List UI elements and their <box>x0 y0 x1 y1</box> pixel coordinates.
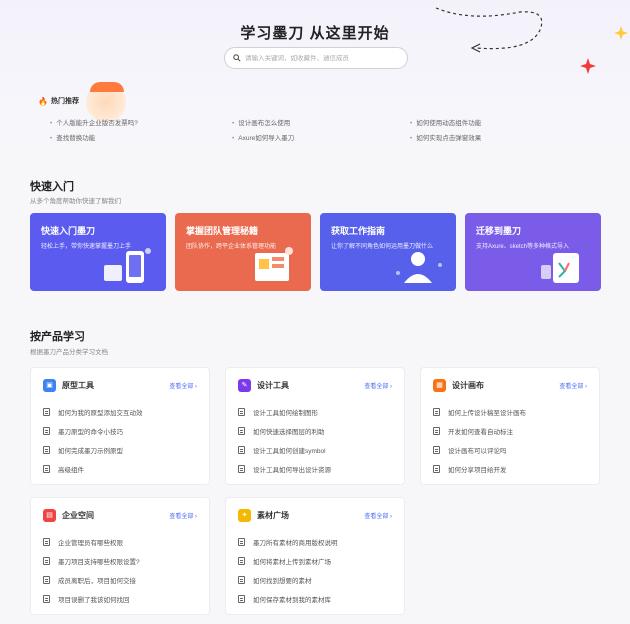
decorative-blob <box>90 82 124 92</box>
document-icon <box>433 407 440 416</box>
quick-card[interactable]: 迁移到墨刀 支持Axure、sketch等多种格式导入 <box>465 213 601 291</box>
quick-card-title: 迁移到墨刀 <box>476 226 522 236</box>
product-card-design-canvas: ▦ 设计画布 查看全部 › 如何上传设计稿至设计画布 开发如何查看自动标注 设计… <box>420 367 600 485</box>
document-icon <box>238 407 245 416</box>
product-card-assets: ✦ 素材广场 查看全部 › 墨刀所有素材的商用版权说明 如何将素材上传到素材广场… <box>225 497 405 615</box>
list-item[interactable]: 如何为我的原型添加交互动效 <box>43 402 197 421</box>
document-icon <box>238 464 245 473</box>
guide-person-illustration <box>396 252 442 283</box>
document-icon <box>433 445 440 454</box>
quick-start-subtitle: 从多个角度帮助你快速了解我们 <box>30 198 121 205</box>
list-item[interactable]: 墨刀所有素材的商用版权说明 <box>238 532 392 551</box>
list-item[interactable]: 如何保存素材到我的素材库 <box>238 589 392 608</box>
view-all-link[interactable]: 查看全部 › <box>169 381 197 390</box>
list-item[interactable]: 项目误删了我该如何找回 <box>43 589 197 608</box>
list-item[interactable]: 如何上传设计稿至设计画布 <box>433 402 587 421</box>
phone-illustration <box>104 248 151 283</box>
list-item[interactable]: 开发如何查看自动标注 <box>433 421 587 440</box>
hot-recommend-header: 🔥 热门推荐 <box>38 96 79 106</box>
search-input[interactable] <box>245 54 395 62</box>
quick-start-title: 快速入门 <box>30 181 74 193</box>
list-item[interactable]: 如何完成墨刀示例原型 <box>43 440 197 459</box>
list-item[interactable]: 设计画布可以评论吗 <box>433 440 587 459</box>
product-card-enterprise: ▤ 企业空间 查看全部 › 企业管理员有哪些权限 墨刀项目支持哪些权限设置? 成… <box>30 497 210 615</box>
document-icon <box>43 464 50 473</box>
hot-recommend-label: 热门推荐 <box>50 98 79 105</box>
document-icon <box>433 426 440 435</box>
document-icon <box>238 556 245 565</box>
product-card-title: 素材广场 <box>257 510 289 520</box>
product-card-title: 设计画布 <box>452 380 484 390</box>
page-title: 学习墨刀 从这里开始 <box>240 25 390 42</box>
view-all-link[interactable]: 查看全部 › <box>364 511 392 520</box>
view-all-link[interactable]: 查看全部 › <box>169 511 197 520</box>
quick-card-title: 获取工作指南 <box>331 226 386 236</box>
list-item[interactable]: 如何找到想要的素材 <box>238 570 392 589</box>
product-card-design-tool: ✎ 设计工具 查看全部 › 设计工具如何绘制图形 如何快速选择图层的利助 设计工… <box>225 367 405 485</box>
document-icon <box>43 407 50 416</box>
document-icon <box>238 537 245 546</box>
hot-link[interactable]: 如何实现点击弹窗效果 <box>410 132 481 142</box>
list-item[interactable]: 设计工具如何绘制图形 <box>238 402 392 421</box>
search-bar[interactable] <box>224 47 408 69</box>
import-file-illustration <box>541 253 579 283</box>
enterprise-icon: ▤ <box>43 508 56 522</box>
document-icon <box>238 426 245 435</box>
list-item[interactable]: 如何将素材上传到素材广场 <box>238 551 392 570</box>
team-illustration <box>255 247 293 281</box>
document-icon <box>238 445 245 454</box>
list-item[interactable]: 设计工具如何创建symbol <box>238 440 392 459</box>
product-card-prototype: ▣ 原型工具 查看全部 › 如何为我的原型添加交互动效 墨刀原型的命令小技巧 如… <box>30 367 210 485</box>
list-item[interactable]: 如何快速选择图层的利助 <box>238 421 392 440</box>
list-item[interactable]: 墨刀原型的命令小技巧 <box>43 421 197 440</box>
product-card-title: 设计工具 <box>257 380 289 390</box>
document-icon <box>433 464 440 473</box>
hot-link[interactable]: 个人版能升企业版否发票吗? <box>50 117 138 127</box>
product-learning-title: 按产品学习 <box>30 331 85 343</box>
pen-icon: ✎ <box>238 378 251 392</box>
view-all-link[interactable]: 查看全部 › <box>559 381 587 390</box>
fire-icon: 🔥 <box>38 96 48 106</box>
prototype-icon: ▣ <box>43 378 56 392</box>
product-learning-subtitle: 根据墨刀产品分类学习文档 <box>30 349 108 356</box>
hot-link[interactable]: 查找替换功能 <box>50 132 95 142</box>
document-icon <box>43 426 50 435</box>
view-all-link[interactable]: 查看全部 › <box>364 381 392 390</box>
list-item[interactable]: 墨刀项目支持哪些权限设置? <box>43 551 197 570</box>
quick-card[interactable]: 快速入门墨刀 轻松上手，带你快速掌握墨刀上手 <box>30 213 166 291</box>
product-card-title: 原型工具 <box>62 380 94 390</box>
list-item[interactable]: 高级组件 <box>43 459 197 478</box>
document-icon <box>43 537 50 546</box>
document-icon <box>43 556 50 565</box>
canvas-icon: ▦ <box>433 378 446 392</box>
sparkle-icon <box>580 58 596 74</box>
quick-card[interactable]: 获取工作指南 让你了解不同角色如何运用墨刀做什么 <box>320 213 456 291</box>
list-item[interactable]: 如何分享项目给开发 <box>433 459 587 478</box>
quick-card[interactable]: 掌握团队管理秘籍 团队协作，跨平企业体系管理功能 <box>175 213 311 291</box>
list-item[interactable]: 企业管理员有哪些权限 <box>43 532 197 551</box>
hot-link[interactable]: 如何使用动态组件功能 <box>410 117 481 127</box>
search-icon <box>233 54 241 62</box>
document-icon <box>43 445 50 454</box>
quick-card-title: 掌握团队管理秘籍 <box>186 226 259 236</box>
assets-icon: ✦ <box>238 508 251 522</box>
list-item[interactable]: 设计工具如何导出设计资源 <box>238 459 392 478</box>
document-icon <box>238 575 245 584</box>
document-icon <box>43 575 50 584</box>
list-item[interactable]: 成员离职后，项目如何交接 <box>43 570 197 589</box>
document-icon <box>238 594 245 603</box>
hot-link[interactable]: 设计画布怎么使用 <box>232 117 290 127</box>
hot-link[interactable]: Axure如何导入墨刀 <box>232 132 294 142</box>
product-card-title: 企业空间 <box>62 510 94 520</box>
quick-card-title: 快速入门墨刀 <box>41 226 96 236</box>
document-icon <box>43 594 50 603</box>
